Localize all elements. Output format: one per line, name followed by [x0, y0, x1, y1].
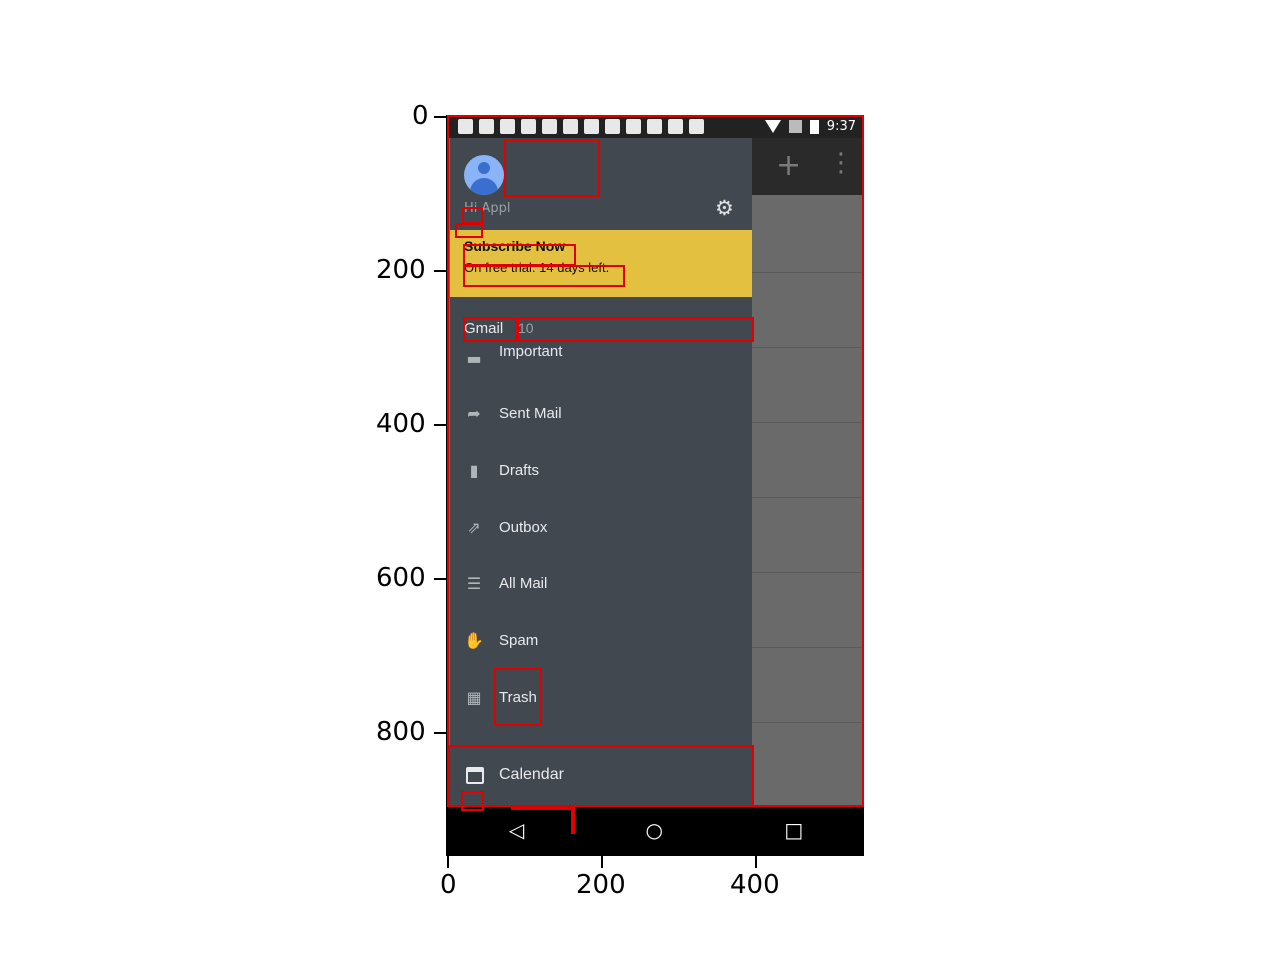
annotation-box	[461, 791, 484, 811]
annotation-box-calendar	[448, 745, 754, 807]
home-button[interactable]: ○	[646, 818, 663, 842]
annotation-box-trash	[494, 668, 542, 726]
x-tick	[447, 856, 449, 868]
annotation-box-folder	[463, 317, 519, 342]
y-tick	[434, 578, 446, 580]
x-tick-label: 400	[730, 870, 780, 900]
y-tick-label: 0	[412, 101, 429, 131]
x-tick	[755, 856, 757, 868]
annotation-box	[571, 806, 575, 834]
y-tick	[434, 116, 446, 118]
y-tick-label: 400	[376, 409, 426, 439]
system-nav-bar: ◁ ○ □	[448, 806, 864, 854]
annotation-box-header	[504, 139, 600, 197]
x-axis-line	[446, 854, 864, 856]
x-tick-label: 200	[576, 870, 626, 900]
recents-button[interactable]: □	[784, 818, 803, 842]
annotation-box-count	[516, 317, 754, 342]
annotation-box	[511, 806, 573, 810]
x-tick	[601, 856, 603, 868]
y-tick	[434, 424, 446, 426]
annotation-box-banner-subtitle	[463, 265, 625, 287]
y-tick-label: 800	[376, 717, 426, 747]
y-tick	[434, 732, 446, 734]
annotation-box-banner-title	[463, 244, 576, 266]
annotation-box	[462, 207, 483, 224]
y-tick-label: 200	[376, 255, 426, 285]
x-tick-label: 0	[440, 870, 457, 900]
y-tick	[434, 270, 446, 272]
back-button[interactable]: ◁	[509, 818, 524, 842]
y-tick-label: 600	[376, 563, 426, 593]
annotation-box	[455, 223, 483, 238]
